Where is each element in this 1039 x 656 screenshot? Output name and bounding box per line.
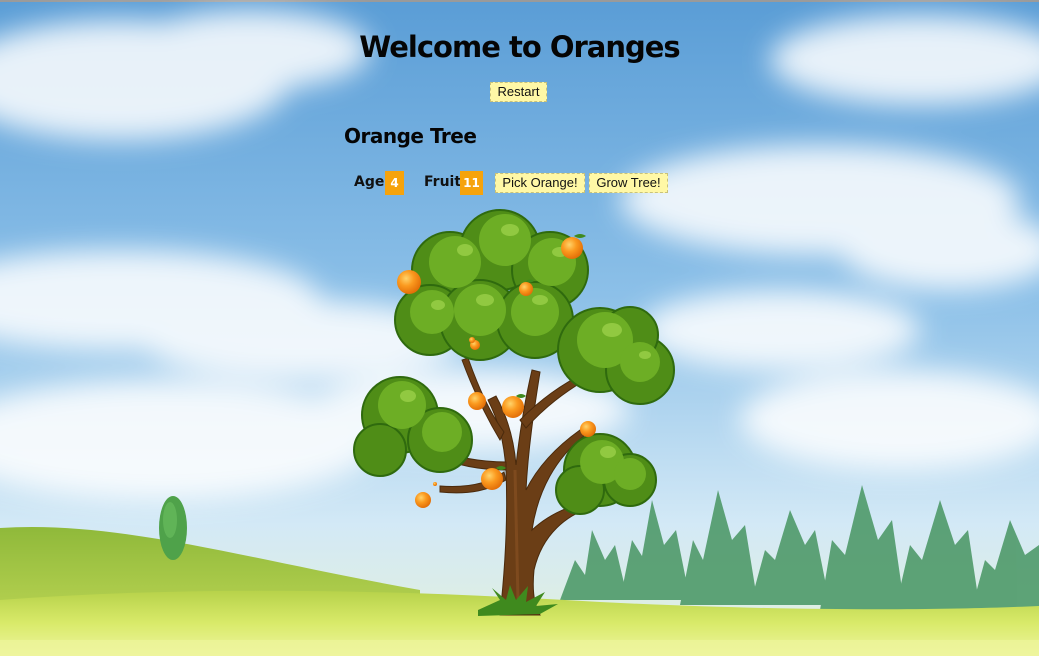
tree-title: Orange Tree — [344, 124, 477, 148]
fruit-badge: 11 — [460, 171, 483, 195]
game-hud: Welcome to Oranges Restart Orange Tree A… — [0, 0, 1039, 656]
age-badge: 4 — [385, 171, 404, 195]
page-title: Welcome to Oranges — [359, 30, 680, 64]
restart-button[interactable]: Restart — [490, 82, 547, 102]
pick-orange-button[interactable]: Pick Orange! — [495, 173, 585, 193]
grow-tree-button[interactable]: Grow Tree! — [589, 173, 668, 193]
